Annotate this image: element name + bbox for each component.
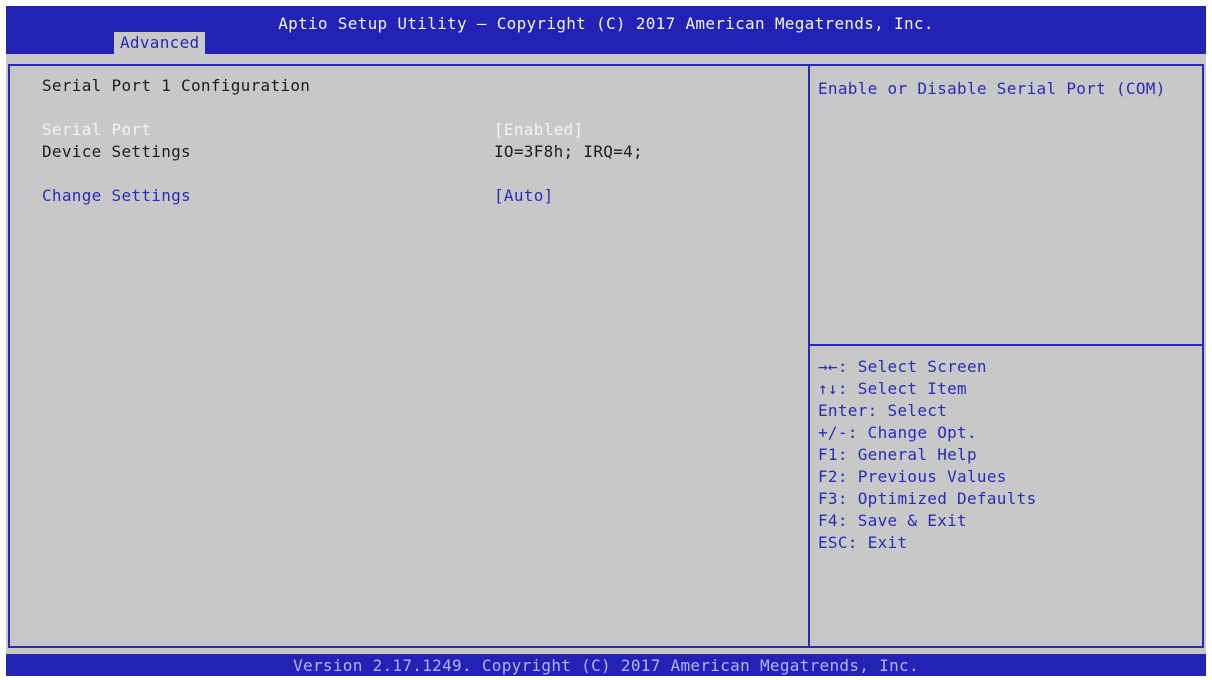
key-select-item: ↑↓: Select Item: [818, 379, 967, 398]
setting-label-serial-port[interactable]: Serial Port: [42, 120, 151, 140]
key-enter-select: Enter: Select: [818, 401, 948, 420]
header-title: Aptio Setup Utility – Copyright (C) 2017…: [278, 14, 934, 33]
vertical-divider: [808, 64, 810, 648]
tab-advanced[interactable]: Advanced: [114, 32, 206, 54]
key-general-help: F1: General Help: [818, 445, 977, 464]
section-title: Serial Port 1 Configuration: [42, 76, 311, 95]
help-divider: [810, 344, 1204, 346]
key-change-opt: +/-: Change Opt.: [818, 423, 977, 442]
setting-value-serial-port[interactable]: [Enabled]: [494, 120, 583, 140]
help-text: Enable or Disable Serial Port (COM): [818, 79, 1166, 98]
footer-version: Version 2.17.1249. Copyright (C) 2017 Am…: [293, 656, 919, 675]
key-save-exit: F4: Save & Exit: [818, 511, 967, 530]
key-esc-exit: ESC: Exit: [818, 533, 908, 552]
key-optimized-defaults: F3: Optimized Defaults: [818, 489, 1037, 508]
key-select-screen: →←: Select Screen: [818, 357, 987, 376]
setting-label-device-settings: Device Settings: [42, 142, 191, 161]
bios-footer: Version 2.17.1249. Copyright (C) 2017 Am…: [6, 654, 1206, 676]
key-previous-values: F2: Previous Values: [818, 467, 1007, 486]
setting-label-change-settings[interactable]: Change Settings: [42, 186, 191, 206]
setting-value-device-settings: IO=3F8h; IRQ=4;: [494, 142, 643, 161]
key-legend: →←: Select Screen ↑↓: Select Item Enter:…: [818, 356, 1037, 554]
setting-value-change-settings[interactable]: [Auto]: [494, 186, 554, 206]
